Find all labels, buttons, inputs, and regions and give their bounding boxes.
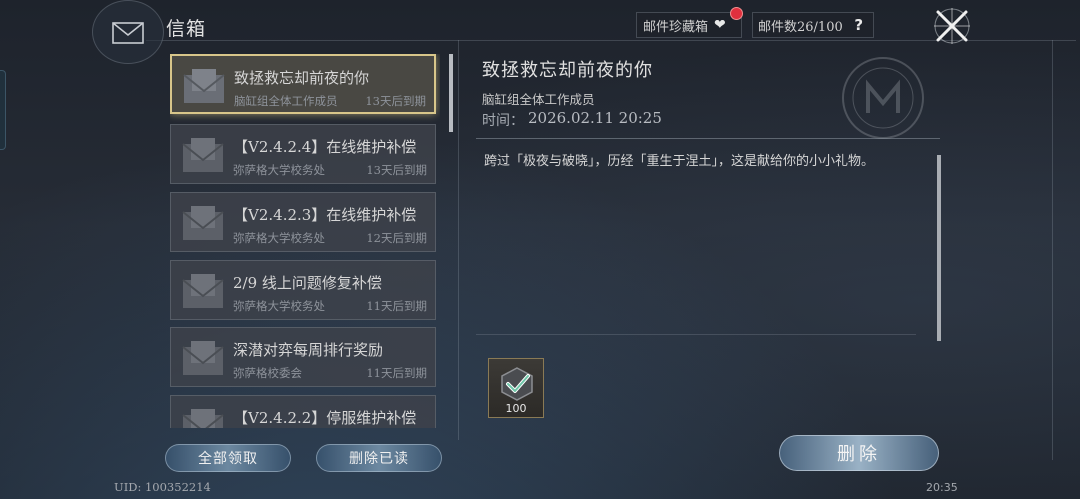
- attachment-item[interactable]: 100: [488, 358, 544, 418]
- mail-item[interactable]: 【V2.4.2.3】在线维护补偿 弥萨格大学校务处 12天后到期: [170, 192, 436, 252]
- envelope-icon: [183, 69, 225, 103]
- mail-sender: 弥萨格校委会: [233, 366, 302, 380]
- mail-body-scrollbar[interactable]: [937, 155, 941, 341]
- mail-expiry: 11天后到期: [366, 366, 427, 380]
- close-icon: [934, 8, 970, 44]
- mail-sender: 弥萨格大学校务处: [233, 163, 325, 177]
- mail-list-scrollbar[interactable]: [449, 54, 453, 132]
- attachment-divider: [476, 334, 916, 335]
- mail-item[interactable]: 致拯救忘却前夜的你 脑缸组全体工作成员 13天后到期: [170, 54, 436, 114]
- clock-label: 20:35: [926, 481, 958, 494]
- mail-count-label: 邮件数26/100: [758, 19, 843, 35]
- close-button[interactable]: [930, 4, 974, 48]
- mail-count-indicator: 邮件数26/100 ?: [752, 12, 874, 38]
- mailbox-emblem-icon: [92, 0, 164, 64]
- mail-item[interactable]: 深潜对弈每周排行奖励 弥萨格校委会 11天后到期: [170, 327, 436, 387]
- uid-label: UID: 100352214: [114, 480, 211, 494]
- mail-sender: 弥萨格大学校务处: [233, 299, 325, 313]
- watermark-emblem-icon: [830, 55, 936, 141]
- envelope-icon: [182, 138, 224, 172]
- detail-divider: [476, 138, 940, 139]
- mail-expiry: 13天后到期: [366, 163, 427, 177]
- mail-title: 【V2.4.2.2】停服维护补偿: [233, 409, 417, 427]
- envelope-icon: [182, 206, 224, 240]
- mail-item[interactable]: 2/9 线上问题修复补偿 弥萨格大学校务处 11天后到期: [170, 260, 436, 320]
- mail-detail-time-label: 时间：: [482, 113, 524, 129]
- mail-item[interactable]: 【V2.4.2.2】停服维护补偿: [170, 395, 436, 428]
- mail-title: 【V2.4.2.4】在线维护补偿: [233, 138, 417, 156]
- delete-button[interactable]: 删除: [779, 435, 939, 471]
- notification-dot: [730, 7, 743, 20]
- mail-collection-button[interactable]: 邮件珍藏箱 ❤: [636, 12, 742, 38]
- help-icon[interactable]: ?: [851, 16, 867, 34]
- envelope-icon: [182, 409, 224, 428]
- mail-title: 2/9 线上问题修复补偿: [233, 274, 382, 292]
- mail-sender: 弥萨格大学校务处: [233, 231, 325, 245]
- page-title: 信箱: [166, 18, 207, 40]
- mail-detail-sender: 脑缸组全体工作成员: [482, 92, 595, 107]
- envelope-icon: [182, 274, 224, 308]
- mail-title: 深潜对弈每周排行奖励: [233, 341, 384, 359]
- claim-all-button[interactable]: 全部领取: [165, 444, 291, 472]
- mail-detail-time: 2026.02.11 20:25: [528, 109, 662, 127]
- mail-title: 致拯救忘却前夜的你: [234, 69, 370, 87]
- side-tab-handle[interactable]: [0, 70, 6, 150]
- delete-read-button[interactable]: 删除已读: [316, 444, 442, 472]
- attachment-quantity: 100: [505, 402, 527, 415]
- mail-item[interactable]: 【V2.4.2.4】在线维护补偿 弥萨格大学校务处 13天后到期: [170, 124, 436, 184]
- mail-sender: 脑缸组全体工作成员: [234, 94, 338, 108]
- mail-detail-body: 跨过「极夜与破晓」，历经「重生于涅土」，这是献给你的小小礼物。: [484, 154, 875, 169]
- collection-label: 邮件珍藏箱: [643, 19, 709, 35]
- claimed-item-icon: [501, 367, 533, 401]
- mail-expiry: 13天后到期: [365, 94, 426, 108]
- heart-icon: ❤: [714, 17, 726, 33]
- mail-title: 【V2.4.2.3】在线维护补偿: [233, 206, 417, 224]
- mail-expiry: 12天后到期: [366, 231, 427, 245]
- mail-list[interactable]: 致拯救忘却前夜的你 脑缸组全体工作成员 13天后到期 【V2.4.2.4】在线维…: [170, 54, 440, 428]
- envelope-icon: [182, 341, 224, 375]
- mail-expiry: 11天后到期: [366, 299, 427, 313]
- mail-detail-title: 致拯救忘却前夜的你: [482, 60, 653, 81]
